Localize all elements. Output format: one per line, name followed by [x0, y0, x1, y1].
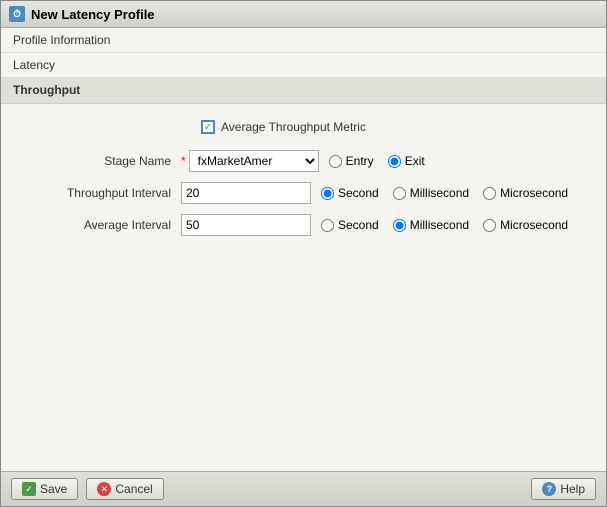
- average-microsecond-label: Microsecond: [500, 218, 568, 232]
- entry-radio[interactable]: [329, 155, 342, 168]
- save-icon: ✓: [22, 482, 36, 496]
- help-button[interactable]: ? Help: [531, 478, 596, 500]
- throughput-second-label: Second: [338, 186, 379, 200]
- avg-throughput-checkbox[interactable]: ✓: [201, 120, 215, 134]
- cancel-button[interactable]: ✕ Cancel: [86, 478, 163, 500]
- throughput-second-radio[interactable]: [321, 187, 334, 200]
- throughput-unit-group: Second Millisecond Microsecond: [321, 186, 568, 200]
- footer-left: ✓ Save ✕ Cancel: [11, 478, 164, 500]
- save-label: Save: [40, 482, 67, 496]
- stage-name-select-wrapper: fxMarketAmer: [189, 150, 319, 172]
- entry-label: Entry: [346, 154, 374, 168]
- tab-profile-information[interactable]: Profile Information: [1, 28, 606, 53]
- average-interval-row: Average Interval Second Millisecond Micr…: [21, 214, 586, 236]
- average-millisecond-radio[interactable]: [393, 219, 406, 232]
- throughput-millisecond-label: Millisecond: [410, 186, 469, 200]
- throughput-second-option[interactable]: Second: [321, 186, 379, 200]
- help-label: Help: [560, 482, 585, 496]
- window-title: New Latency Profile: [31, 7, 155, 22]
- average-interval-input[interactable]: [181, 214, 311, 236]
- save-button[interactable]: ✓ Save: [11, 478, 78, 500]
- throughput-interval-input[interactable]: [181, 182, 311, 204]
- stage-name-label: Stage Name: [21, 154, 181, 168]
- average-millisecond-option[interactable]: Millisecond: [393, 218, 469, 232]
- tab-latency[interactable]: Latency: [1, 53, 606, 78]
- average-second-radio[interactable]: [321, 219, 334, 232]
- stage-name-row: Stage Name * fxMarketAmer Entry Exit: [21, 150, 586, 172]
- entry-exit-group: Entry Exit: [329, 154, 425, 168]
- average-second-label: Second: [338, 218, 379, 232]
- help-icon: ?: [542, 482, 556, 496]
- average-second-option[interactable]: Second: [321, 218, 379, 232]
- exit-label: Exit: [405, 154, 425, 168]
- average-millisecond-label: Millisecond: [410, 218, 469, 232]
- required-star: *: [181, 154, 186, 168]
- throughput-millisecond-radio[interactable]: [393, 187, 406, 200]
- window: ⏱ New Latency Profile Profile Informatio…: [0, 0, 607, 507]
- average-unit-group: Second Millisecond Microsecond: [321, 218, 568, 232]
- exit-radio-option[interactable]: Exit: [388, 154, 425, 168]
- avg-throughput-row: ✓ Average Throughput Metric: [201, 120, 586, 134]
- throughput-interval-row: Throughput Interval Second Millisecond M…: [21, 182, 586, 204]
- throughput-microsecond-label: Microsecond: [500, 186, 568, 200]
- title-bar: ⏱ New Latency Profile: [1, 1, 606, 28]
- entry-radio-option[interactable]: Entry: [329, 154, 374, 168]
- tab-throughput[interactable]: Throughput: [1, 78, 606, 103]
- stage-name-select[interactable]: fxMarketAmer: [189, 150, 319, 172]
- throughput-millisecond-option[interactable]: Millisecond: [393, 186, 469, 200]
- average-microsecond-option[interactable]: Microsecond: [483, 218, 568, 232]
- footer: ✓ Save ✕ Cancel ? Help: [1, 471, 606, 506]
- content-area: ✓ Average Throughput Metric Stage Name *…: [1, 104, 606, 471]
- window-icon: ⏱: [9, 6, 25, 22]
- cancel-icon: ✕: [97, 482, 111, 496]
- exit-radio[interactable]: [388, 155, 401, 168]
- average-interval-label: Average Interval: [21, 218, 181, 232]
- throughput-interval-label: Throughput Interval: [21, 186, 181, 200]
- throughput-microsecond-radio[interactable]: [483, 187, 496, 200]
- throughput-microsecond-option[interactable]: Microsecond: [483, 186, 568, 200]
- average-microsecond-radio[interactable]: [483, 219, 496, 232]
- nav-tabs: Profile Information Latency Throughput: [1, 28, 606, 104]
- avg-throughput-label: Average Throughput Metric: [221, 120, 366, 134]
- stage-name-text: Stage Name: [104, 154, 171, 168]
- cancel-label: Cancel: [115, 482, 152, 496]
